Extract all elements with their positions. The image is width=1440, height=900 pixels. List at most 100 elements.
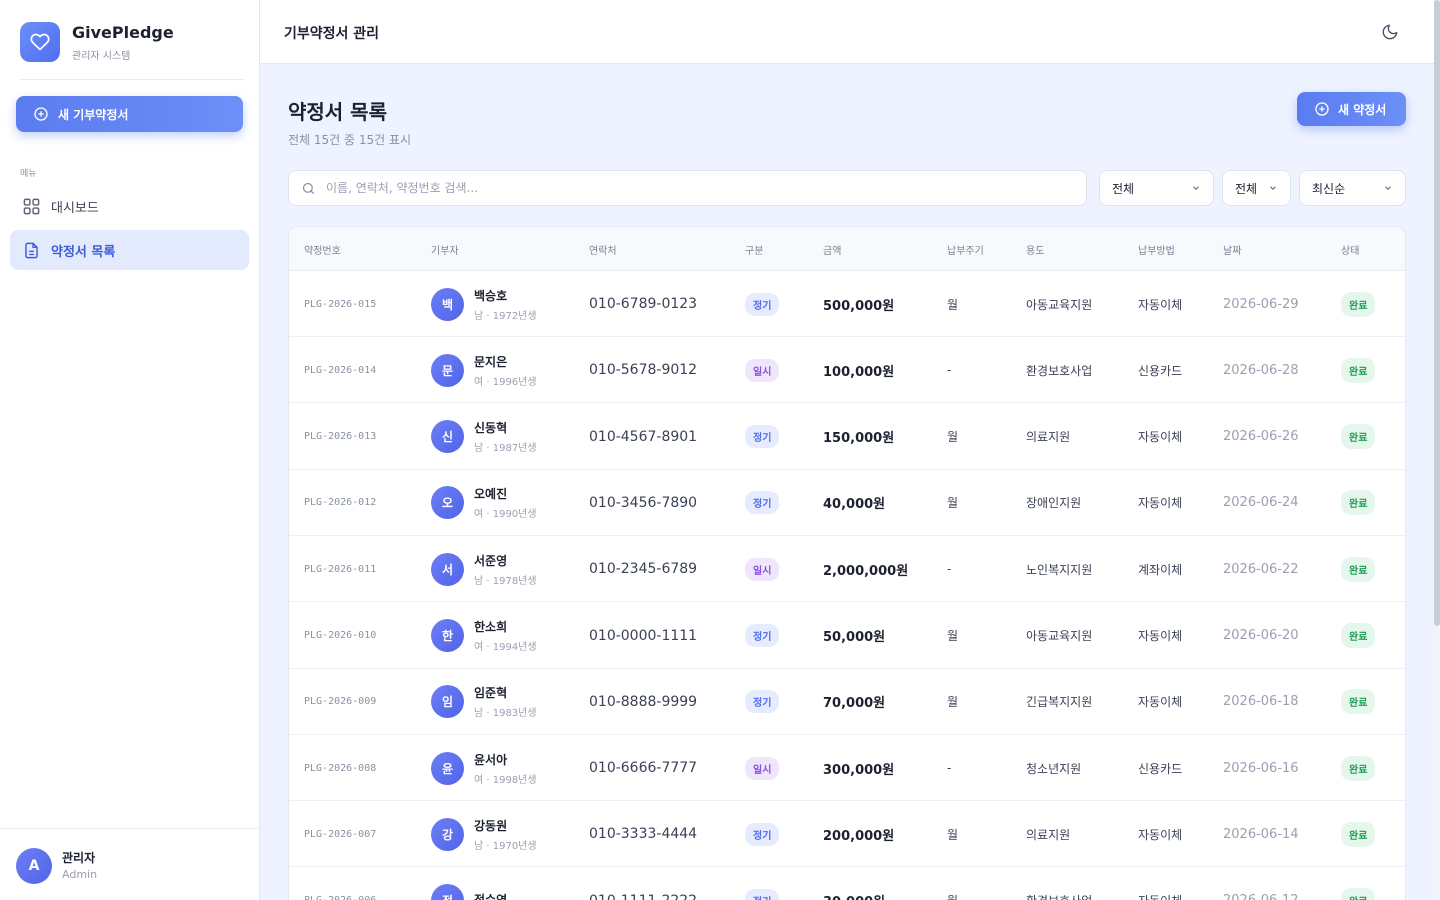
type-badge: 정기 (745, 690, 780, 714)
column-header-amount[interactable]: 금액 (823, 242, 841, 257)
menu-section-label: 메뉴 (20, 169, 37, 179)
date: 2026-06-18 (1223, 694, 1299, 710)
payment-method: 자동이체 (1138, 868, 1182, 900)
type-badge: 정기 (745, 491, 780, 515)
avatar: 한 (431, 619, 464, 652)
avatar: 서 (431, 552, 464, 586)
donor-name: 한소희 (474, 620, 508, 634)
column-header-id[interactable]: 약정번호 (304, 242, 341, 257)
plus-circle-icon (1315, 102, 1329, 116)
new-pledge-button[interactable]: 새 약정서 (1297, 92, 1406, 126)
page-title: 약정서 목록 (288, 100, 387, 124)
table-row[interactable]: PLG-2026-007 강 강동원 남 · 1970년생 010-3333-4444 정… (289, 801, 1405, 868)
column-header-status[interactable]: 상태 (1341, 242, 1359, 257)
type-badge: 일시 (745, 756, 780, 780)
sidebar-item-pledge-list[interactable]: 약정서 목록 (10, 230, 249, 270)
payment-cycle: 월 (947, 827, 959, 842)
table-row[interactable]: PLG-2026-012 오 오예진 여 · 1990년생 010-3456-7890 정… (289, 470, 1405, 536)
table-row[interactable]: PLG-2026-006 정정수연 010-1111-2222 정기 30,000원 월 환… (289, 868, 1405, 900)
donor-name: 임준혁 (474, 686, 508, 701)
column-header-cycle[interactable]: 납부주기 (947, 242, 984, 257)
sort-value: 최신순 (1312, 181, 1346, 196)
brand-subtitle: 관리자 시스템 (72, 51, 131, 62)
phone: 010-6666-7777 (589, 760, 698, 777)
plus-circle-icon (34, 107, 48, 121)
status-badge: 완료 (1341, 689, 1376, 715)
column-header-purpose[interactable]: 용도 (1026, 242, 1044, 257)
type-badge: 일시 (745, 358, 780, 382)
column-header-phone[interactable]: 연락처 (589, 242, 617, 257)
table-row[interactable]: PLG-2026-013 신 신동혁 남 · 1987년생 010-4567-8901 정… (289, 404, 1405, 470)
purpose: 아동교육지원 (1026, 629, 1093, 643)
table-row[interactable]: PLG-2026-011 서 서준영 남 · 1978년생 010-2345-6789 일… (289, 536, 1405, 603)
column-header-date[interactable]: 날짜 (1223, 242, 1241, 257)
donor-info: 강동원 남 · 1970년생 (474, 817, 537, 852)
status-cell: 완료 (1341, 337, 1376, 403)
theme-toggle-button[interactable] (1378, 20, 1402, 44)
donor-meta: 여 · 1996년생 (474, 376, 537, 388)
scrollbar-thumb[interactable] (1434, 0, 1440, 626)
pledge-id: PLG-2026-014 (304, 364, 377, 376)
table-row[interactable]: PLG-2026-015 백 백승호 남 · 1972년생 010-6789-0123 정… (289, 271, 1405, 337)
new-pledge-sidebar-button[interactable]: 새 기부약정서 (16, 96, 243, 132)
payment-cycle: - (947, 562, 952, 577)
pledge-id: PLG-2026-009 (304, 696, 377, 708)
amount: 100,000원 (823, 364, 895, 380)
donor-name: 윤서아 (474, 752, 508, 767)
table-row[interactable]: PLG-2026-008 윤 윤서아 여 · 1998년생 010-6666-7777 일… (289, 735, 1405, 802)
status-cell: 완료 (1341, 271, 1376, 337)
table-row[interactable]: PLG-2026-014 문 문지은 여 · 1996년생 010-5678-9012 일… (289, 337, 1405, 404)
status-badge: 완료 (1341, 556, 1376, 582)
column-header-method[interactable]: 납부방법 (1138, 242, 1175, 257)
date: 2026-06-24 (1223, 495, 1299, 511)
user-profile[interactable]: A 관리자 Admin (0, 828, 259, 900)
table-row[interactable]: PLG-2026-009 임 임준혁 남 · 1983년생 010-8888-9999 정… (289, 669, 1405, 735)
amount: 30,000원 (823, 868, 885, 900)
purpose: 긴급복지지원 (1026, 695, 1093, 710)
sidebar-item-label: 약정서 목록 (51, 244, 116, 260)
purpose: 청소년지원 (1026, 761, 1082, 776)
type-filter-value: 전체 (1112, 181, 1135, 196)
type-cell: 정기 (745, 603, 780, 669)
new-pledge-sidebar-label: 새 기부약정서 (58, 107, 129, 122)
document-icon (25, 242, 38, 258)
amount: 50,000원 (823, 630, 886, 645)
donor-cell: 한 한소희 여 · 1994년생 (431, 603, 537, 669)
date: 2026-06-26 (1223, 429, 1299, 445)
status-filter-select[interactable]: 전체 (1222, 170, 1291, 206)
phone: 010-3456-7890 (589, 494, 698, 511)
purpose: 의료지원 (1026, 430, 1071, 445)
search-input[interactable] (326, 181, 1066, 195)
donor-name: 문지은 (474, 354, 508, 369)
donor-info: 백승호 남 · 1972년생 (474, 287, 537, 322)
grid-icon (23, 198, 40, 214)
sort-select[interactable]: 최신순 (1299, 170, 1406, 206)
date: 2026-06-22 (1223, 561, 1299, 577)
type-cell: 정기 (745, 801, 780, 867)
chevron-down-icon (1270, 186, 1276, 190)
type-cell: 정기 (745, 868, 780, 900)
purpose: 아동교육지원 (1026, 297, 1093, 312)
search-icon (302, 182, 314, 194)
status-badge: 완료 (1341, 821, 1376, 847)
type-filter-select[interactable]: 전체 (1099, 170, 1214, 206)
donor-meta: 남 · 1972년생 (474, 310, 537, 322)
column-header-donor[interactable]: 기부자 (431, 242, 459, 257)
table-row[interactable]: PLG-2026-010 한 한소희 여 · 1994년생 010-0000-1111 정… (289, 603, 1405, 669)
phone: 010-2345-6789 (589, 561, 698, 578)
result-count: 전체 15건 중 15건 표시 (288, 133, 412, 147)
status-cell: 완료 (1341, 536, 1376, 602)
donor-name: 오예진 (474, 487, 508, 502)
heart-icon (20, 22, 60, 62)
payment-method: 계좌이체 (1138, 562, 1183, 577)
amount: 2,000,000원 (823, 563, 909, 579)
sidebar-item-dashboard[interactable]: 대시보드 (10, 186, 249, 226)
payment-cycle: 월 (947, 496, 959, 511)
donor-meta: 남 · 1983년생 (474, 708, 537, 720)
column-header-type[interactable]: 구분 (745, 242, 763, 257)
type-badge: 정기 (745, 425, 780, 449)
payment-method: 자동이체 (1138, 629, 1183, 643)
phone: 010-0000-1111 (589, 627, 698, 644)
user-name: 관리자 (62, 851, 96, 865)
donor-info: 임준혁남 · 1983년생 (474, 684, 537, 719)
